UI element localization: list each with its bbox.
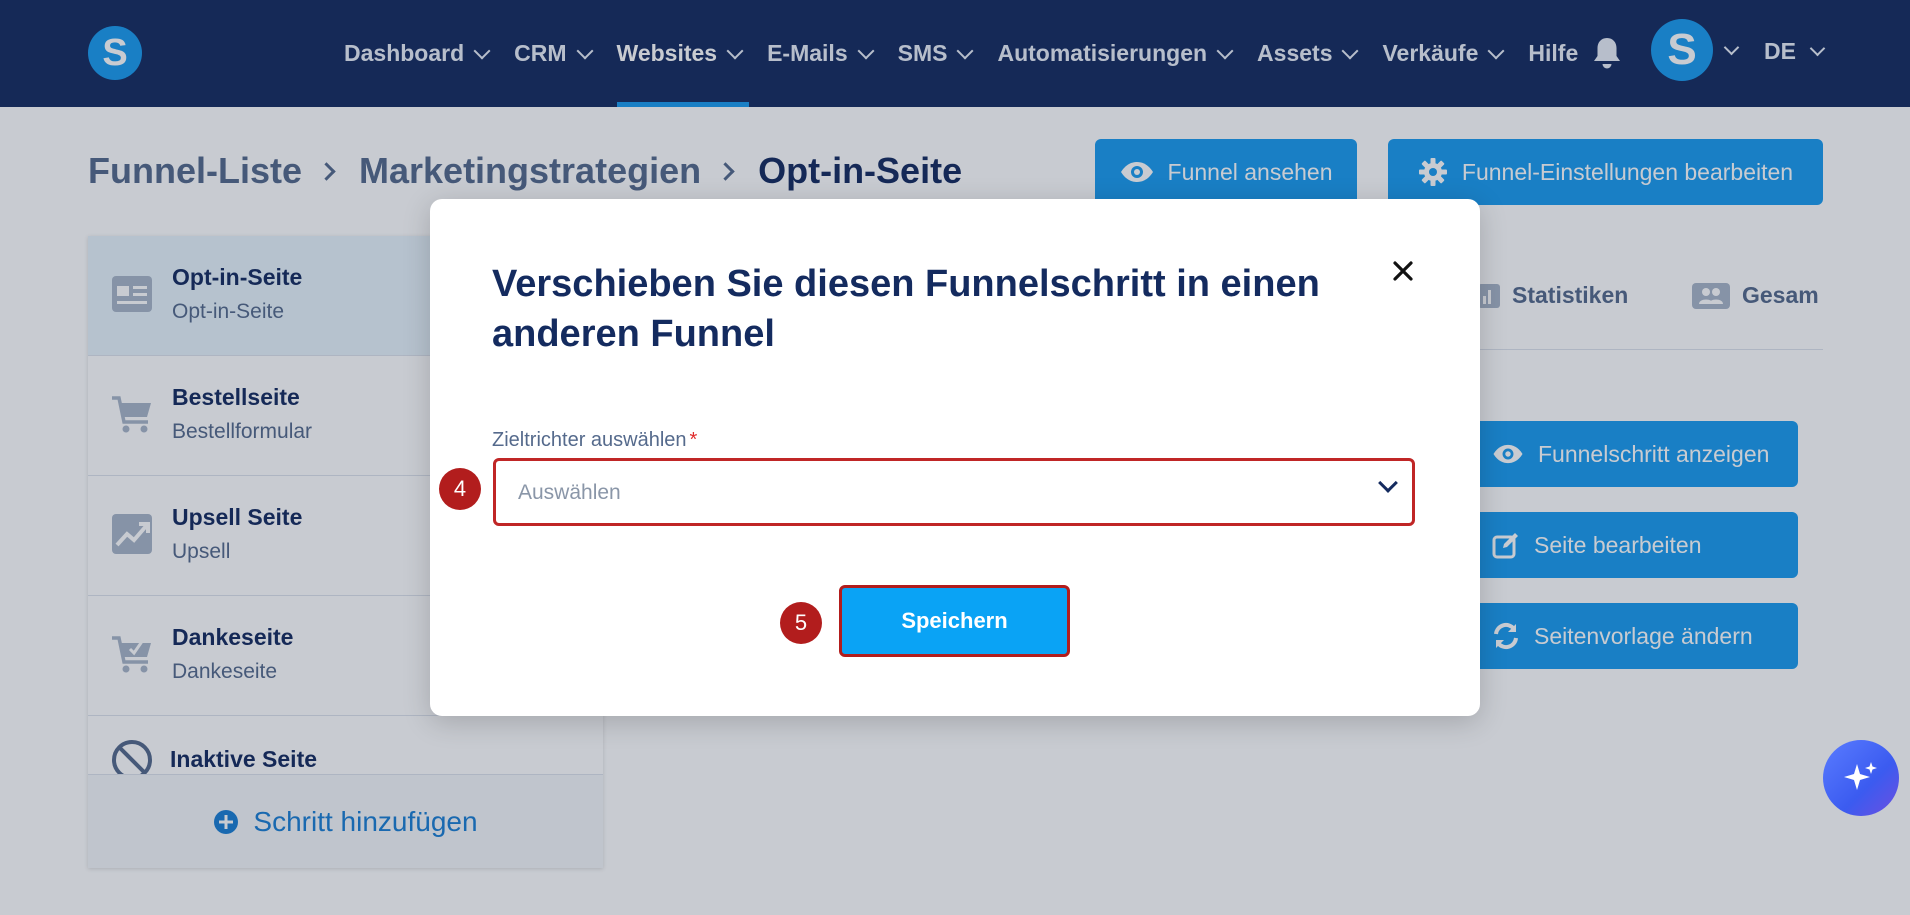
target-funnel-select[interactable]: Auswählen	[493, 458, 1415, 526]
close-icon[interactable]	[1390, 258, 1416, 284]
dialog-title: Verschieben Sie diesen Funnelschritt in …	[492, 263, 1320, 355]
move-step-dialog: Verschieben Sie diesen Funnelschritt in …	[430, 199, 1480, 716]
sparkle-icon	[1844, 762, 1877, 790]
chevron-down-icon	[1378, 473, 1398, 493]
select-placeholder: Auswählen	[518, 481, 621, 504]
field-label-text: Zieltrichter auswählen	[492, 429, 687, 451]
required-marker: *	[689, 429, 698, 451]
step-number-badge: 5	[780, 602, 822, 644]
target-funnel-label: Zieltrichter auswählen *	[492, 429, 697, 452]
step-number-badge: 4	[439, 468, 481, 510]
ai-assistant-button[interactable]	[1823, 740, 1899, 816]
save-button[interactable]: Speichern	[839, 585, 1070, 657]
